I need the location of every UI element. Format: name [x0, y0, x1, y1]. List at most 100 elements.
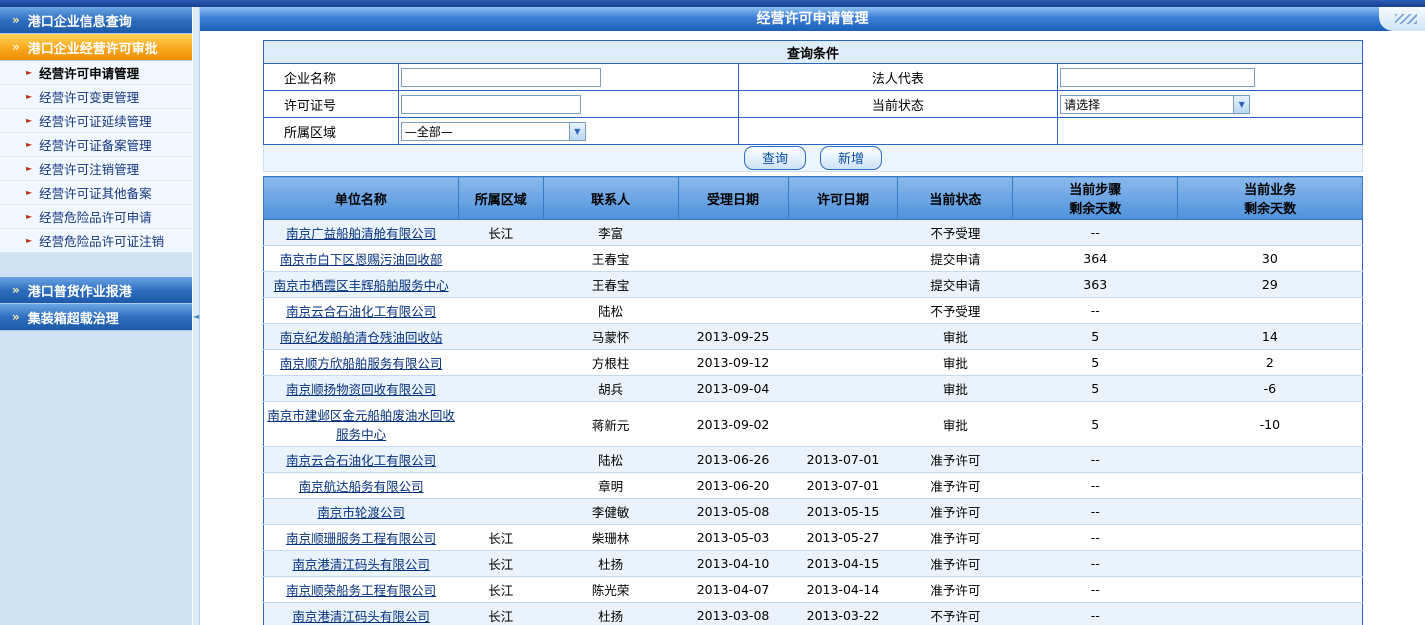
sidebar-collapse-handle[interactable]: ◄: [192, 7, 200, 625]
company-link[interactable]: 南京航达船务有限公司: [299, 479, 424, 494]
table-cell: 提交申请: [898, 272, 1013, 298]
table-cell: [788, 402, 898, 447]
table-cell: 29: [1178, 272, 1363, 298]
arrow-icon: ►: [26, 117, 32, 125]
table-cell: 准予许可: [898, 499, 1013, 525]
table-cell: [1178, 551, 1363, 577]
sidebar-item-license-filing-mgmt[interactable]: ► 经营许可证备案管理: [0, 133, 192, 157]
company-link[interactable]: 南京广益船舶清舱有限公司: [286, 226, 436, 241]
table-cell: [458, 350, 543, 376]
company-cell: 南京港清江码头有限公司: [264, 603, 459, 625]
sidebar-item-label: 经营危险品许可申请: [39, 207, 152, 226]
sidebar-item-container-overload[interactable]: » 集装箱超载治理: [0, 304, 192, 331]
table-cell: [678, 272, 788, 298]
current-status-value: 请选择: [1061, 96, 1100, 113]
results-table-body: 南京广益船舶清舱有限公司长江李富不予受理--南京市白下区恩赐污油回收部王春宝提交…: [264, 220, 1363, 625]
collapse-arrow-icon: ◄: [193, 312, 199, 321]
sidebar-item-license-change-mgmt[interactable]: ► 经营许可变更管理: [0, 85, 192, 109]
action-button-row: 查询 新增: [263, 145, 1363, 172]
arrow-icon: ►: [26, 69, 32, 77]
table-cell: 不予受理: [898, 220, 1013, 246]
table-cell: 2013-05-15: [788, 499, 898, 525]
table-cell: 陆松: [543, 447, 678, 473]
table-cell: [678, 298, 788, 324]
company-cell: 南京市栖霞区丰辉船舶服务中心: [264, 272, 459, 298]
results-table: 单位名称 所属区域 联系人 受理日期 许可日期 当前状态 当前步骤 剩余天数 当…: [263, 176, 1363, 625]
company-link[interactable]: 南京港清江码头有限公司: [292, 557, 430, 572]
company-link[interactable]: 南京顺珊服务工程有限公司: [286, 531, 436, 546]
sidebar-item-license-other-filing[interactable]: ► 经营许可证其他备案: [0, 181, 192, 205]
current-status-label: 当前状态: [738, 91, 1058, 118]
table-cell: 陆松: [543, 298, 678, 324]
company-name-input[interactable]: [401, 68, 601, 87]
sidebar-item-label: 港口企业信息查询: [28, 11, 132, 30]
company-link[interactable]: 南京顺扬物资回收有限公司: [286, 382, 436, 397]
company-link[interactable]: 南京市建邺区金元船舶废油水回收服务中心: [267, 408, 455, 442]
table-cell: 2013-06-26: [678, 447, 788, 473]
sidebar-spacer: [0, 253, 192, 277]
table-cell: 长江: [458, 603, 543, 625]
company-link[interactable]: 南京顺方欣船舶服务有限公司: [280, 356, 443, 371]
table-cell: 长江: [458, 220, 543, 246]
table-cell: 2013-06-20: [678, 473, 788, 499]
table-cell: [788, 246, 898, 272]
sidebar-item-license-renewal-mgmt[interactable]: ► 经营许可证延续管理: [0, 109, 192, 133]
license-no-cell: [398, 91, 738, 118]
table-cell: [458, 376, 543, 402]
company-link[interactable]: 南京云合石油化工有限公司: [286, 304, 436, 319]
company-link[interactable]: 南京港清江码头有限公司: [292, 609, 430, 624]
table-cell: 2013-09-12: [678, 350, 788, 376]
table-row: 南京市白下区恩赐污油回收部王春宝提交申请36430: [264, 246, 1363, 272]
table-cell: 王春宝: [543, 272, 678, 298]
table-cell: [1178, 577, 1363, 603]
sidebar-item-dangerous-goods-apply[interactable]: ► 经营危险品许可申请: [0, 205, 192, 229]
region-cell: —全部— ▼: [398, 118, 738, 145]
company-link[interactable]: 南京云合石油化工有限公司: [286, 453, 436, 468]
company-link[interactable]: 南京市栖霞区丰辉船舶服务中心: [274, 278, 449, 293]
sidebar-item-label: 经营许可变更管理: [39, 87, 139, 106]
table-cell: 30: [1178, 246, 1363, 272]
sidebar-item-cargo-report[interactable]: » 港口普货作业报港: [0, 277, 192, 304]
table-cell: 2013-09-25: [678, 324, 788, 350]
add-button[interactable]: 新增: [820, 146, 882, 170]
table-cell: [458, 473, 543, 499]
col-header-status: 当前状态: [898, 177, 1013, 220]
license-no-label: 许可证号: [264, 91, 399, 118]
arrow-icon: ►: [26, 93, 32, 101]
sidebar-item-license-cancel-mgmt[interactable]: ► 经营许可注销管理: [0, 157, 192, 181]
chevron-down-icon: ▼: [1233, 96, 1249, 113]
license-no-input[interactable]: [401, 95, 581, 114]
table-cell: 14: [1178, 324, 1363, 350]
empty-cell: [738, 118, 1058, 145]
table-cell: [788, 272, 898, 298]
table-cell: 2013-05-03: [678, 525, 788, 551]
company-link[interactable]: 南京市白下区恩赐污油回收部: [280, 252, 443, 267]
table-cell: 审批: [898, 402, 1013, 447]
table-cell: [1178, 603, 1363, 625]
company-cell: 南京广益船舶清舱有限公司: [264, 220, 459, 246]
table-cell: [1178, 447, 1363, 473]
sidebar-item-dangerous-goods-cancel[interactable]: ► 经营危险品许可证注销: [0, 229, 192, 253]
table-cell: [678, 246, 788, 272]
sidebar-item-label: 港口普货作业报港: [28, 281, 132, 300]
col-header-company: 单位名称: [264, 177, 459, 220]
current-status-select[interactable]: 请选择 ▼: [1060, 95, 1250, 114]
table-cell: [458, 272, 543, 298]
sidebar-item-label: 经营许可申请管理: [39, 63, 139, 82]
arrow-icon: ►: [26, 141, 32, 149]
table-cell: --: [1013, 525, 1178, 551]
table-cell: 审批: [898, 350, 1013, 376]
company-link[interactable]: 南京纪发船舶清仓残油回收站: [280, 330, 443, 345]
region-select[interactable]: —全部— ▼: [401, 122, 586, 141]
search-button[interactable]: 查询: [744, 146, 806, 170]
legal-rep-input[interactable]: [1060, 68, 1255, 87]
sidebar-item-license-approval[interactable]: » 港口企业经营许可审批: [0, 34, 192, 61]
table-row: 南京市栖霞区丰辉船舶服务中心王春宝提交申请36329: [264, 272, 1363, 298]
table-row: 南京纪发船舶清仓残油回收站马蒙怀2013-09-25审批514: [264, 324, 1363, 350]
arrow-icon: ►: [26, 213, 32, 221]
table-cell: 长江: [458, 551, 543, 577]
sidebar-item-license-application-mgmt[interactable]: ► 经营许可申请管理: [0, 61, 192, 85]
company-link[interactable]: 南京市轮渡公司: [317, 505, 405, 520]
company-link[interactable]: 南京顺荣船务工程有限公司: [286, 583, 436, 598]
sidebar-item-enterprise-info-query[interactable]: » 港口企业信息查询: [0, 7, 192, 34]
